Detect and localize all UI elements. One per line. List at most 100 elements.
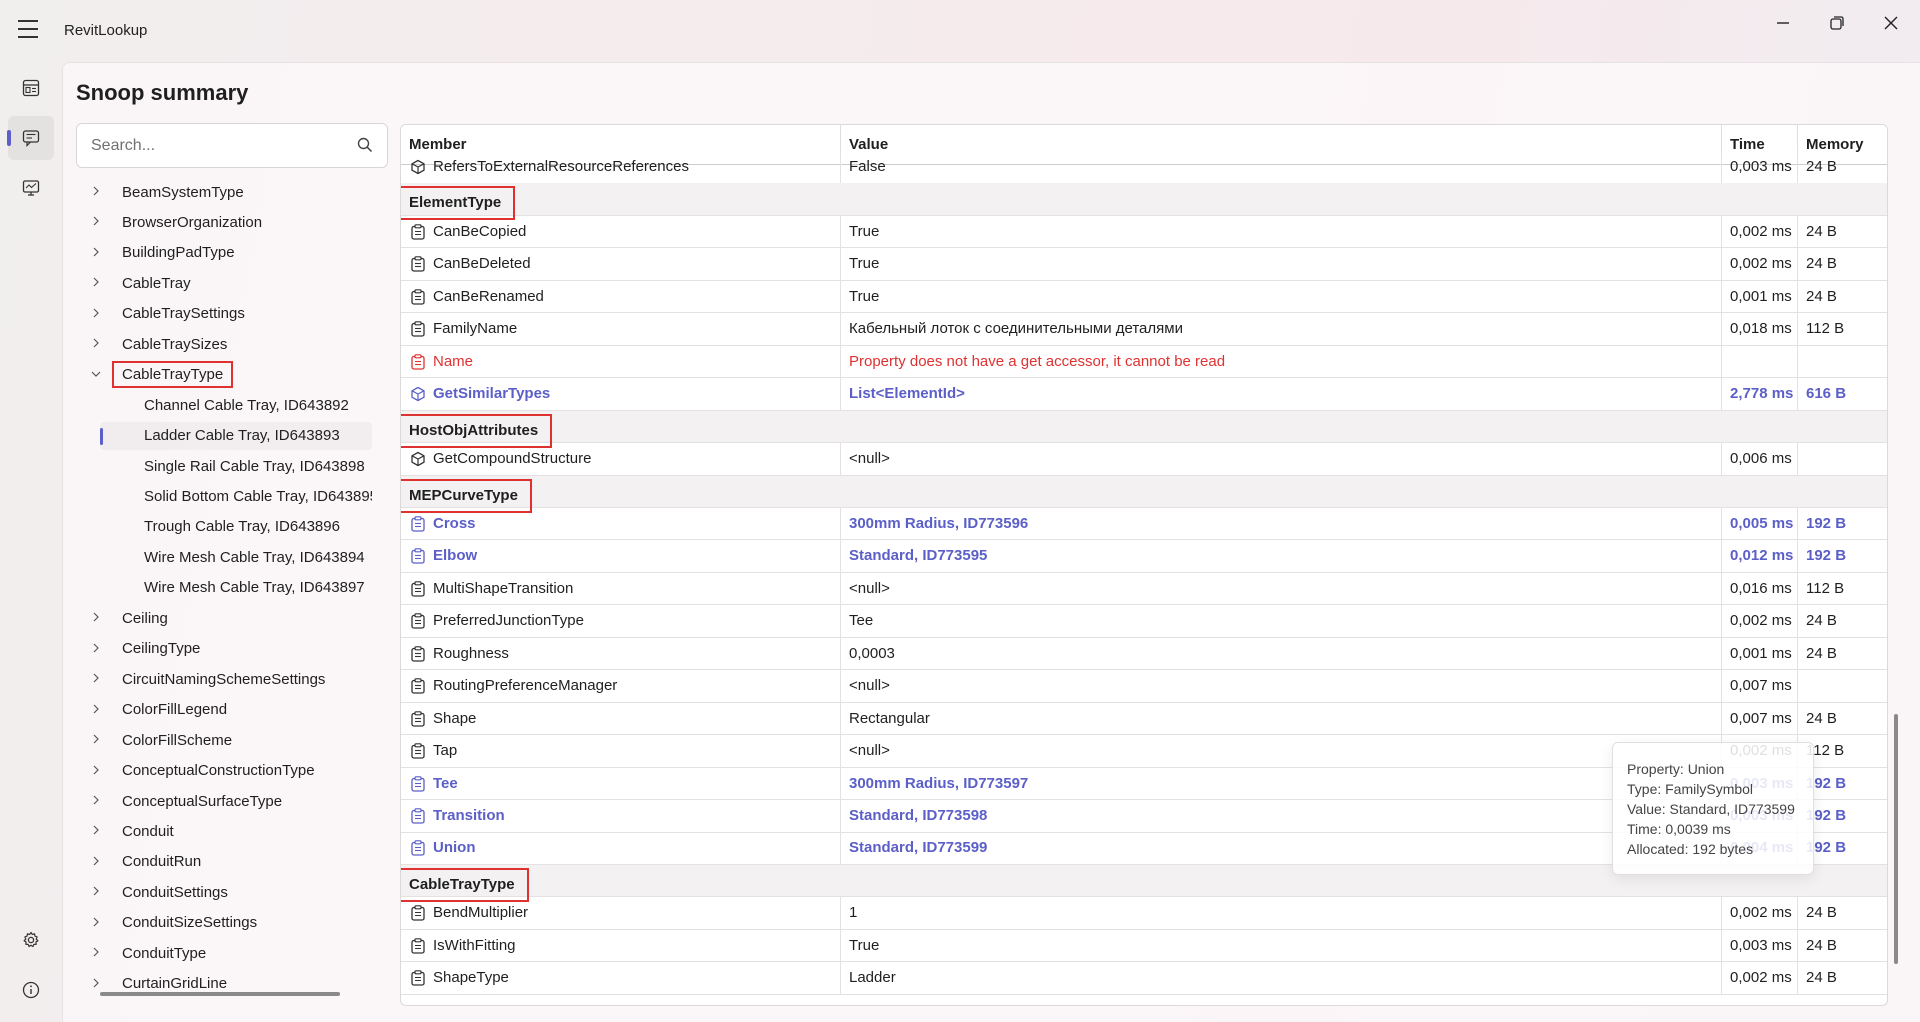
member-name: PreferredJunctionType [433,612,584,630]
table-row[interactable]: Elbow Standard, ID773595 0,012 ms 192 B [401,540,1887,573]
tree-item[interactable]: CableTraySizes [76,330,372,358]
tree-item-label: BrowserOrganization [122,213,263,231]
chevron-down-icon[interactable] [88,368,104,382]
tree-item-label: CableTraySettings [122,305,245,323]
chevron-right-icon[interactable] [88,215,104,229]
memory-cell [1798,670,1887,702]
member-name: Transition [433,807,505,824]
tree-item[interactable]: CurtainGridLine [76,970,372,990]
tree-item[interactable]: Conduit [76,817,372,845]
restore-button[interactable] [1814,8,1860,38]
hamburger-menu-icon[interactable] [18,20,42,40]
tree-item[interactable]: BuildingPadType [76,239,372,267]
chevron-right-icon[interactable] [88,642,104,656]
grid-vertical-scrollbar[interactable] [1894,714,1898,964]
memory-cell: 192 B [1806,547,1847,565]
close-button[interactable] [1868,8,1914,38]
table-row[interactable]: Roughness 0,0003 0,001 ms 24 B [401,637,1887,671]
table-row[interactable]: RefersToExternalResourceReferences False 0… [401,151,1887,184]
search-box[interactable] [76,123,388,168]
group-label: MEPCurveType [401,478,532,513]
tree-item[interactable]: Ladder Cable Tray, ID643893 [100,422,372,450]
tree-item[interactable]: ColorFillLegend [76,696,372,724]
tree-item[interactable]: ConduitRun [76,848,372,876]
value-cell: Tee [841,605,1722,638]
chevron-right-icon[interactable] [88,733,104,747]
chevron-right-icon[interactable] [88,307,104,321]
search-input[interactable] [91,135,341,157]
tree-item[interactable]: CableTraySettings [76,300,372,328]
time-cell: 0,001 ms [1722,280,1798,313]
memory-cell: 112 B [1806,320,1845,338]
chevron-right-icon[interactable] [88,185,104,199]
tree-item[interactable]: BeamSystemType [76,180,372,206]
chevron-right-icon[interactable] [88,824,104,838]
tree-item[interactable]: Channel Cable Tray, ID643892 [76,391,372,419]
chevron-right-icon[interactable] [88,764,104,778]
chevron-right-icon[interactable] [88,916,104,930]
tree-item[interactable]: ConduitSizeSettings [76,909,372,937]
table-row[interactable]: CanBeRenamed True 0,001 ms 24 B [401,280,1887,314]
member-cell: Name [401,345,841,378]
chevron-right-icon[interactable] [88,276,104,290]
member-name: Cross [433,514,476,532]
tree-item[interactable]: ColorFillScheme [76,726,372,754]
tree-item[interactable]: ConduitType [76,939,372,967]
table-row[interactable]: Name Property does not have a get accesso… [401,345,1887,379]
tree-item[interactable]: BrowserOrganization [76,208,372,236]
nav-snoop-summary-button[interactable] [7,116,54,160]
chevron-right-icon[interactable] [88,703,104,717]
table-row[interactable]: Cross 300mm Radius, ID773596 0,005 ms 192 B [401,507,1887,541]
nav-dashboard-button[interactable] [8,66,54,110]
chevron-right-icon[interactable] [88,337,104,351]
nav-event-monitor-button[interactable] [8,166,54,210]
chevron-right-icon[interactable] [88,672,104,686]
search-icon[interactable] [357,137,373,153]
table-row[interactable]: GetCompoundStructure <null> 0,006 ms [401,443,1887,476]
chevron-right-icon[interactable] [88,977,104,990]
table-row[interactable]: Shape Rectangular 0,007 ms 24 B [401,702,1887,736]
tree-item[interactable]: ConceptualSurfaceType [76,787,372,815]
table-row[interactable]: BendMultiplier 1 0,002 ms 24 B [401,897,1887,930]
minimize-button[interactable] [1760,8,1806,38]
tree-item-label: ConduitType [122,944,207,962]
time-cell: 0,012 ms [1722,540,1798,573]
chevron-right-icon[interactable] [88,246,104,260]
tree-item[interactable]: ConceptualConstructionType [76,757,372,785]
table-row[interactable]: IsWithFitting True 0,003 ms 24 B [401,929,1887,963]
tree-item[interactable]: Wire Mesh Cable Tray, ID643897 [76,574,372,602]
tree-item[interactable]: Wire Mesh Cable Tray, ID643894 [76,543,372,571]
tree-item[interactable]: ConduitSettings [76,878,372,906]
tree-item[interactable]: CableTray [76,269,372,297]
tree-item[interactable]: CircuitNamingSchemeSettings [76,665,372,693]
table-row[interactable]: CanBeCopied True 0,002 ms 24 B [401,215,1887,249]
monitor-icon [22,180,40,196]
time-cell: 0,007 ms [1722,670,1798,703]
table-row[interactable]: GetSimilarTypes List<ElementId> 2,778 ms 61… [401,378,1887,411]
value-cell: <null> [841,735,1722,768]
table-row[interactable]: CanBeDeleted True 0,002 ms 24 B [401,248,1887,281]
member-cell: GetSimilarTypes [401,378,841,411]
member-name: ShapeType [433,969,509,987]
tree-horizontal-scrollbar[interactable] [100,992,340,996]
chevron-right-icon[interactable] [88,855,104,869]
tree-item[interactable]: Solid Bottom Cable Tray, ID643895 [76,483,372,511]
nav-about-button[interactable] [8,968,54,1012]
tree-item[interactable]: Single Rail Cable Tray, ID643898 [76,452,372,480]
tree-item[interactable]: CableTrayType [76,361,372,389]
chevron-right-icon[interactable] [88,946,104,960]
chevron-right-icon[interactable] [88,794,104,808]
chevron-right-icon[interactable] [88,611,104,625]
table-row[interactable]: PreferredJunctionType Tee 0,002 ms 24 B [401,605,1887,638]
nav-settings-button[interactable] [8,918,54,962]
table-row[interactable]: MultiShapeTransition <null> 0,016 ms 112 B [401,572,1887,606]
tree-item[interactable]: Trough Cable Tray, ID643896 [76,513,372,541]
table-row[interactable]: FamilyName Кабельный лоток с соединительн… [401,313,1887,346]
tree-item[interactable]: Ceiling [76,604,372,632]
table-row[interactable]: RoutingPreferenceManager <null> 0,007 ms [401,670,1887,703]
table-row[interactable]: ShapeType Ladder 0,002 ms 24 B [401,962,1887,995]
chevron-right-icon[interactable] [88,885,104,899]
tree-item-label: Conduit [122,822,174,840]
tree-item-label: ConduitSettings [122,883,228,901]
tree-item[interactable]: CeilingType [76,635,372,663]
